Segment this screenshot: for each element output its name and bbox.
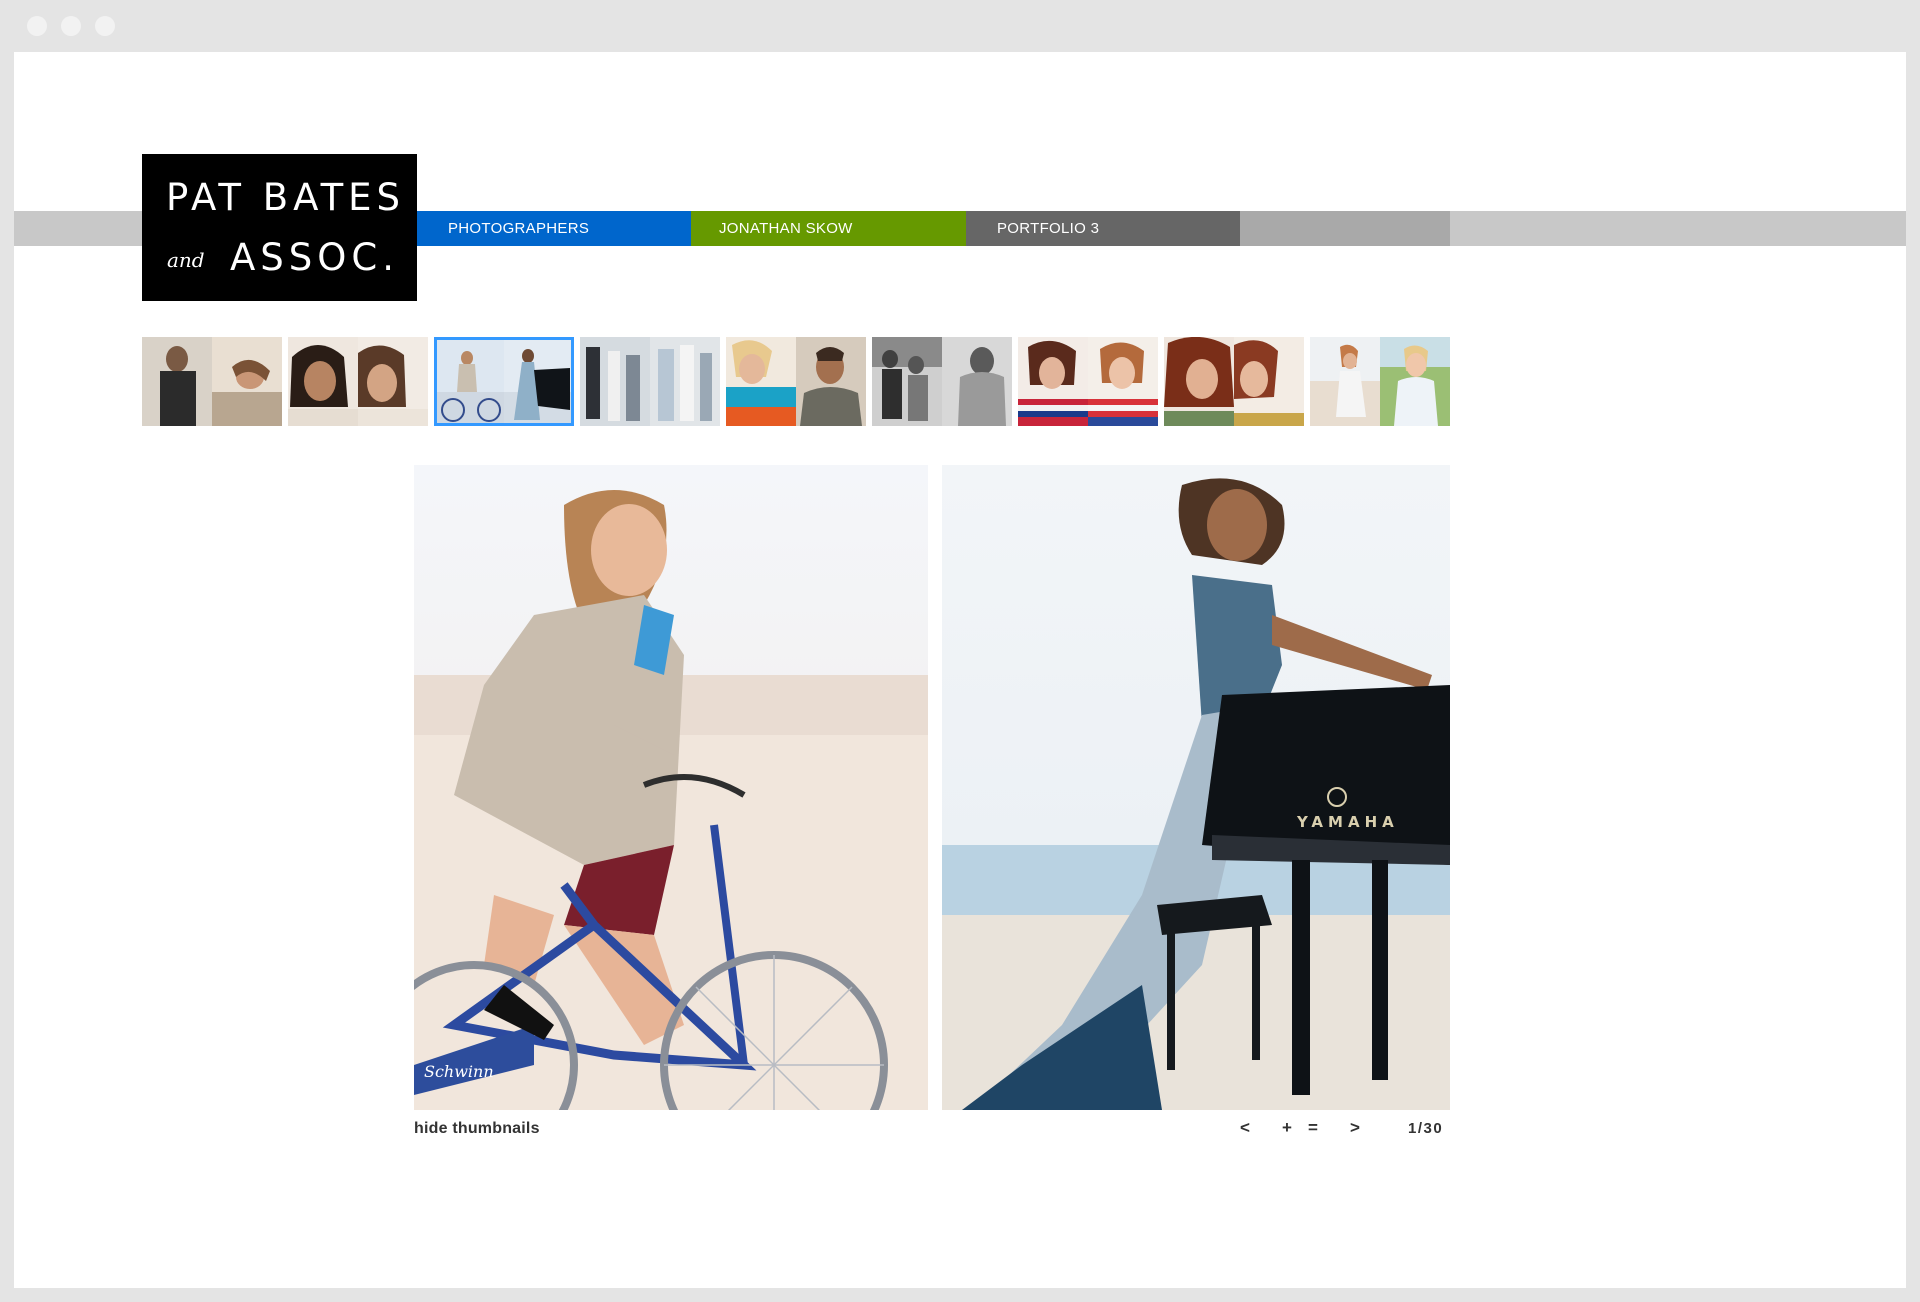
zoom-button[interactable]: + bbox=[1282, 1118, 1292, 1138]
thumbnail-9[interactable] bbox=[1310, 337, 1450, 426]
thumb-image-man-tshirt bbox=[796, 337, 866, 426]
page: PHOTOGRAPHERS JONATHAN SKOW PORTFOLIO 3 … bbox=[14, 52, 1906, 1288]
thumb-image-two-women bbox=[288, 337, 358, 426]
thumbnail-3-selected[interactable] bbox=[434, 337, 574, 426]
close-dot-icon[interactable] bbox=[27, 16, 47, 36]
photo-woman-bicycle: Schwinn bbox=[414, 465, 928, 1110]
thumbnail-strip bbox=[142, 337, 1450, 426]
image-counter: 1/30 bbox=[1408, 1120, 1444, 1137]
thumb-image-shirtless-man bbox=[942, 337, 1012, 426]
logo-line2: ASSOC. bbox=[230, 236, 400, 279]
thumb-image-bicycle bbox=[437, 340, 504, 423]
thumb-image-doorway bbox=[580, 337, 650, 426]
hide-thumbnails-link[interactable]: hide thumbnails bbox=[414, 1120, 540, 1138]
maximize-dot-icon[interactable] bbox=[95, 16, 115, 36]
main-photo-right[interactable]: YAMAHA bbox=[942, 465, 1450, 1110]
nav-tab-photographers[interactable]: PHOTOGRAPHERS bbox=[417, 211, 691, 246]
main-photo-left[interactable]: Schwinn bbox=[414, 465, 928, 1110]
thumbnail-5[interactable] bbox=[726, 337, 866, 426]
thumb-image-redhead-b bbox=[1234, 337, 1304, 426]
next-button[interactable]: > bbox=[1350, 1118, 1360, 1138]
thumb-image-woman-stripes-b bbox=[1088, 337, 1158, 426]
thumb-image-piano bbox=[504, 340, 571, 423]
logo-and: and bbox=[167, 248, 205, 272]
thumbnail-4[interactable] bbox=[580, 337, 720, 426]
thumb-image-woman-sand bbox=[212, 337, 282, 426]
thumb-image-woman-blue bbox=[726, 337, 796, 426]
thumb-image-bw-couple bbox=[872, 337, 942, 426]
piano-brand-label: YAMAHA bbox=[1296, 813, 1399, 831]
thumb-image-redhead bbox=[1164, 337, 1234, 426]
nav-tab-empty bbox=[1240, 211, 1450, 246]
photo-woman-piano: YAMAHA bbox=[942, 465, 1450, 1110]
nav-tab-photographer-name[interactable]: JONATHAN SKOW bbox=[691, 211, 966, 246]
thumb-image-man-jacket bbox=[142, 337, 212, 426]
previous-button[interactable]: < bbox=[1240, 1118, 1250, 1138]
thumbnail-2[interactable] bbox=[288, 337, 428, 426]
nav-tab-portfolio[interactable]: PORTFOLIO 3 bbox=[966, 211, 1240, 246]
logo-line1: PAT BATES bbox=[166, 176, 406, 219]
thumb-image-walking bbox=[650, 337, 720, 426]
thumb-image-woman-stripes bbox=[1018, 337, 1088, 426]
browser-window: PHOTOGRAPHERS JONATHAN SKOW PORTFOLIO 3 … bbox=[0, 0, 1920, 1302]
thumb-image-woman-beach bbox=[1310, 337, 1380, 426]
thumbnail-8[interactable] bbox=[1164, 337, 1304, 426]
image-viewer: Schwinn YAMAHA bbox=[414, 465, 1450, 1110]
thumb-image-woman-grass bbox=[1380, 337, 1450, 426]
logo[interactable]: PAT BATES and ASSOC. bbox=[142, 154, 417, 301]
bike-brand-label: Schwinn bbox=[424, 1062, 494, 1081]
fit-button[interactable]: = bbox=[1308, 1118, 1318, 1138]
thumbnail-6[interactable] bbox=[872, 337, 1012, 426]
thumb-image-two-women-b bbox=[358, 337, 428, 426]
thumbnail-1[interactable] bbox=[142, 337, 282, 426]
thumbnail-7[interactable] bbox=[1018, 337, 1158, 426]
minimize-dot-icon[interactable] bbox=[61, 16, 81, 36]
